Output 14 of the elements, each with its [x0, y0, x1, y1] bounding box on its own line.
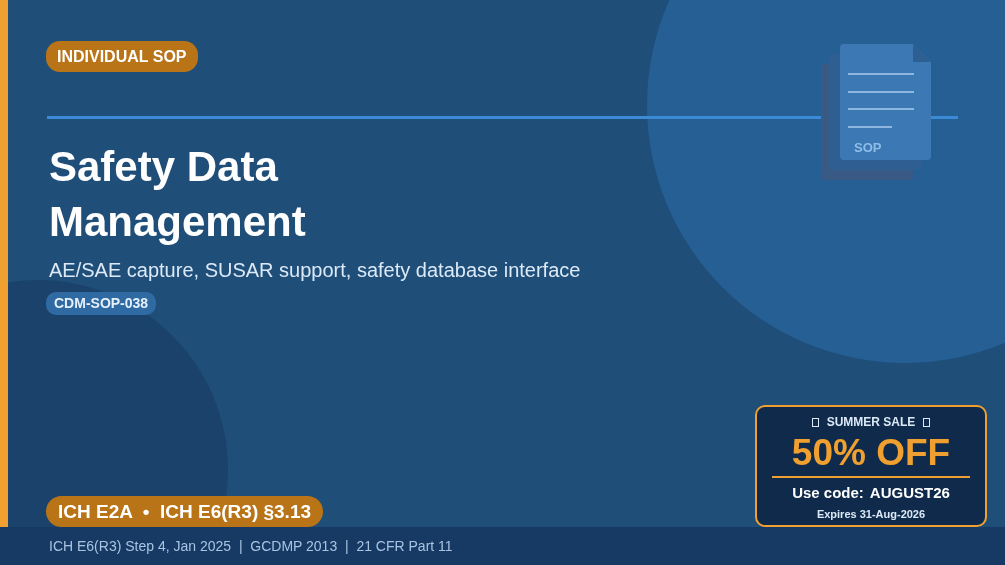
expiry-text: Expires 31-Aug-2026 — [816, 508, 926, 521]
discount-text: 50% OFF — [791, 432, 951, 474]
standards-badge: ICH E2A • ICH E6(R3) §3.13 — [46, 496, 324, 527]
document-label: SOP — [854, 140, 882, 155]
category-badge: INDIVIDUAL SOP — [46, 41, 198, 72]
promo-code: AUGUST26 — [869, 484, 950, 502]
page-title: Safety Data Management — [49, 142, 306, 247]
code-badge: CDM-SOP-038 — [46, 292, 157, 315]
footer-text: ICH E6(R3) Step 4, Jan 2025 | GCDMP 2013 | 21 CFR Part 11 — [49, 538, 453, 554]
square-icon — [923, 418, 931, 427]
subtitle: AE/SAE capture, SUSAR support, safety database interface — [49, 258, 582, 283]
promo-heading: SUMMER SALE — [826, 415, 916, 430]
code-label: Use code: — [792, 484, 864, 502]
square-icon — [811, 418, 819, 427]
